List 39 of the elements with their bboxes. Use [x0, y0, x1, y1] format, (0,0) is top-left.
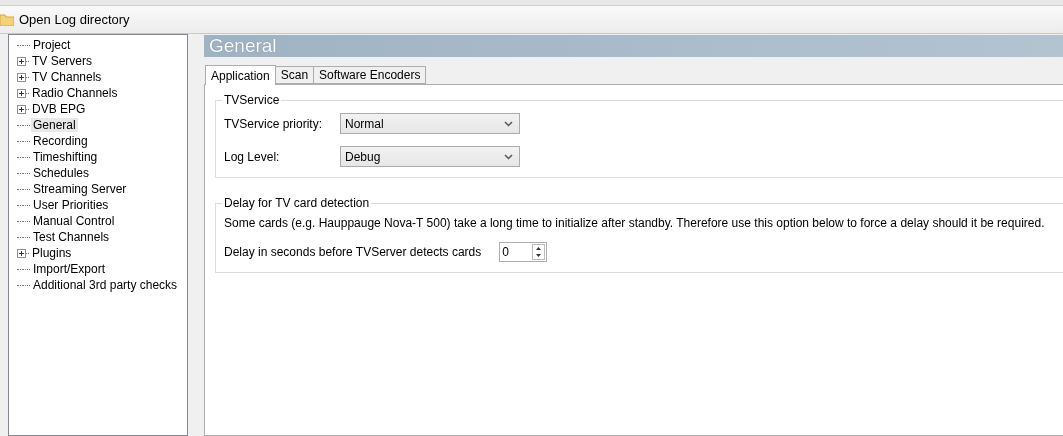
field-label: TVService priority: [224, 116, 324, 131]
tree-item[interactable]: Timeshifting [31, 150, 100, 164]
spin-arrows-icon[interactable] [532, 244, 546, 260]
tree-item[interactable]: Schedules [31, 166, 92, 180]
expand-icon[interactable] [17, 248, 26, 258]
tree-item[interactable]: Test Channels [31, 230, 112, 244]
expand-icon[interactable] [17, 88, 26, 98]
tree-item[interactable]: Project [31, 38, 73, 52]
chevron-down-icon [504, 153, 513, 160]
tree-item[interactable]: Plugins [30, 246, 74, 260]
chevron-down-icon [504, 120, 513, 127]
field-label: Log Level: [224, 149, 281, 164]
tree-item[interactable]: Recording [31, 134, 90, 148]
dropdown[interactable]: Debug [340, 146, 520, 167]
tab[interactable]: Software Encoders [313, 66, 427, 84]
dropdown[interactable]: Normal [340, 113, 520, 134]
tree-item[interactable]: Import/Export [31, 262, 108, 276]
folder-icon [0, 13, 14, 26]
tree-item[interactable]: Additional 3rd party checks [31, 278, 180, 292]
expand-icon[interactable] [17, 104, 26, 114]
expand-icon[interactable] [17, 56, 26, 66]
tree-item[interactable]: DVB EPG [30, 102, 88, 116]
tab[interactable]: Application [205, 65, 276, 85]
page-header: General [204, 35, 1063, 57]
tree-item[interactable]: TV Channels [30, 70, 104, 84]
description-text: Some cards (e.g. Hauppauge Nova-T 500) take a long time to initialize after standby. Therefore use this option below to force a delay should it be required. [224, 216, 1046, 230]
field-label: Delay in seconds before TVServer detects cards [224, 245, 482, 259]
open-log-directory-button[interactable]: Open Log directory [0, 12, 134, 27]
tree-item[interactable]: General [31, 118, 78, 132]
tree-item[interactable]: Manual Control [31, 214, 117, 228]
group-title: TVService [223, 93, 281, 107]
tree-item[interactable]: Radio Channels [30, 86, 120, 100]
group-title: Delay for TV card detection [223, 196, 371, 210]
tree-item[interactable]: TV Servers [30, 54, 94, 68]
tab[interactable]: Scan [274, 66, 315, 84]
number-spinner[interactable]: 0 [499, 242, 548, 262]
expand-icon[interactable] [17, 72, 26, 82]
tree-item[interactable]: User Priorities [31, 198, 111, 212]
tree-item[interactable]: Streaming Server [31, 182, 129, 196]
